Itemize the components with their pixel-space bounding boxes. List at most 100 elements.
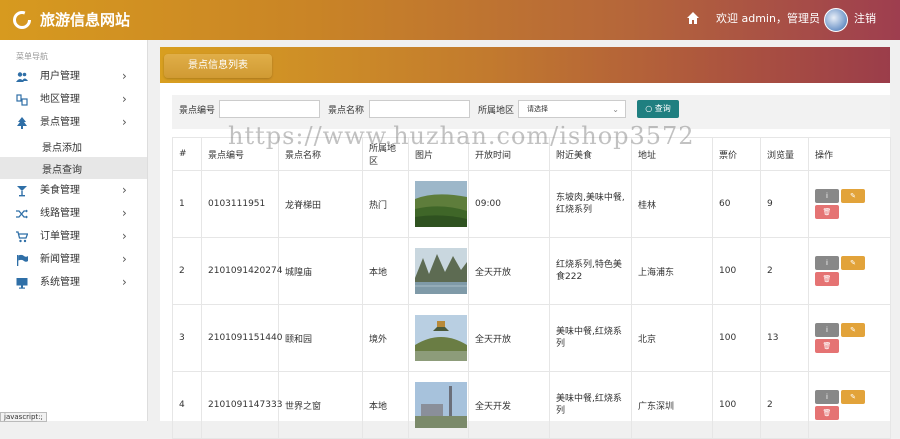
sidebar-subitem-scenic-add[interactable]: 景点添加 <box>0 135 147 157</box>
site-title: 旅游信息网站 <box>40 11 131 29</box>
cell-price: 100 <box>712 304 761 372</box>
cell-food: 红烧系列,特色美食222 <box>549 237 632 305</box>
cell-open-time: 全天开放 <box>468 237 550 305</box>
welcome-text: 欢迎 admin，管理员 <box>716 12 820 25</box>
info-icon: i <box>826 192 828 200</box>
column-header: 开放时间 <box>468 137 550 171</box>
cell-name: 世界之窗 <box>278 371 363 439</box>
code-input[interactable] <box>219 100 320 118</box>
edit-button[interactable]: ✎ <box>841 390 865 404</box>
trash-icon: 🗑 <box>822 208 832 216</box>
edit-button[interactable]: ✎ <box>841 323 865 337</box>
cell-price: 100 <box>712 237 761 305</box>
avatar[interactable] <box>824 8 848 32</box>
cell-address: 桂林 <box>631 170 713 238</box>
cell-image <box>408 371 469 439</box>
sidebar-item-label: 线路管理 <box>40 208 80 219</box>
column-header: 景点名称 <box>278 137 363 171</box>
cell-views: 9 <box>760 170 809 238</box>
panel-header: 景点信息列表 <box>160 47 890 83</box>
cell-food: 美味中餐,红烧系列 <box>549 371 632 439</box>
panel-title-tab[interactable]: 景点信息列表 <box>164 54 272 78</box>
query-button[interactable]: ○ 查询 <box>637 100 679 118</box>
sidebar-item-food[interactable]: 美食管理 › <box>0 180 147 202</box>
info-button[interactable]: i <box>815 323 839 337</box>
column-header: 浏览量 <box>760 137 809 171</box>
cell-name: 龙脊梯田 <box>278 170 363 238</box>
sidebar-subitem-scenic-query[interactable]: 景点查询 <box>0 157 147 179</box>
cell-views: 2 <box>760 371 809 439</box>
region-select[interactable]: 请选择 ⌄ <box>518 100 626 118</box>
sidebar-item-region[interactable]: 地区管理 › <box>0 89 147 111</box>
delete-button[interactable]: 🗑 <box>815 205 839 219</box>
logo-icon <box>13 11 31 29</box>
sidebar-item-route[interactable]: 线路管理 › <box>0 203 147 225</box>
sidebar-item-news[interactable]: 新闻管理 › <box>0 249 147 271</box>
sidebar-subitem-label: 景点添加 <box>42 143 82 154</box>
info-icon: i <box>826 259 828 267</box>
users-icon <box>16 71 28 83</box>
column-header: 所属地区 <box>362 137 409 171</box>
cell-price: 100 <box>712 371 761 439</box>
sidebar: 菜单导航 用户管理 › 地区管理 › 景点管理 › 景点添加 景点查询 美食管理… <box>0 40 148 421</box>
info-button[interactable]: i <box>815 256 839 270</box>
cell-code: 2101091151440 <box>201 304 282 372</box>
query-button-label: 查询 <box>654 104 671 113</box>
main-panel: 景点信息列表 景点编号 景点名称 所属地区 请选择 ⌄ ○ 查询 # 景点编号 … <box>160 47 891 439</box>
search-bar: 景点编号 景点名称 所属地区 请选择 ⌄ ○ 查询 <box>172 95 890 129</box>
edit-button[interactable]: ✎ <box>841 189 865 203</box>
home-icon[interactable] <box>686 11 700 25</box>
info-button[interactable]: i <box>815 390 839 404</box>
delete-button[interactable]: 🗑 <box>815 272 839 286</box>
sidebar-item-label: 地区管理 <box>40 94 80 105</box>
cell-price: 60 <box>712 170 761 238</box>
cell-actions: i ✎ 🗑 <box>808 371 891 439</box>
sidebar-item-scenic[interactable]: 景点管理 › <box>0 112 147 134</box>
cell-actions: i ✎ 🗑 <box>808 304 891 372</box>
delete-button[interactable]: 🗑 <box>815 406 839 420</box>
name-input[interactable] <box>369 100 470 118</box>
info-button[interactable]: i <box>815 189 839 203</box>
chevron-right-icon: › <box>122 183 127 197</box>
cell-address: 北京 <box>631 304 713 372</box>
monitor-icon <box>16 277 28 289</box>
cell-index: 2 <box>172 237 202 305</box>
column-header: 景点编号 <box>201 137 279 171</box>
trash-icon: 🗑 <box>822 275 832 283</box>
chevron-down-icon: ⌄ <box>612 105 619 114</box>
column-header: 地址 <box>631 137 713 171</box>
chevron-right-icon: › <box>122 275 127 289</box>
cell-open-time: 全天开放 <box>468 304 550 372</box>
sidebar-item-label: 系统管理 <box>40 277 80 288</box>
cell-index: 3 <box>172 304 202 372</box>
search-icon: ○ <box>645 104 653 113</box>
cell-image <box>408 304 469 372</box>
scenic-photo <box>415 181 467 227</box>
cocktail-icon <box>16 185 28 197</box>
delete-button[interactable]: 🗑 <box>815 339 839 353</box>
region-selected-value: 请选择 <box>527 105 548 113</box>
column-header: 票价 <box>712 137 761 171</box>
cell-code: 0103111951 <box>201 170 279 238</box>
shuffle-icon <box>16 208 28 220</box>
chevron-right-icon: › <box>122 206 127 220</box>
sidebar-item-users[interactable]: 用户管理 › <box>0 66 147 88</box>
scenic-photo <box>415 315 467 361</box>
chevron-down-icon: › <box>122 115 127 129</box>
logout-link[interactable]: 注销 <box>854 11 876 27</box>
cell-address: 上海浦东 <box>631 237 713 305</box>
cell-region: 本地 <box>362 371 409 439</box>
table-row: 1 0103111951 龙脊梯田 热门 09:00 东坡肉,美味中餐,红烧系列… <box>172 170 891 238</box>
chevron-right-icon: › <box>122 92 127 106</box>
cell-views: 13 <box>760 304 809 372</box>
edit-button[interactable]: ✎ <box>841 256 865 270</box>
sidebar-item-order[interactable]: 订单管理 › <box>0 226 147 248</box>
cell-actions: i ✎ 🗑 <box>808 170 891 238</box>
sidebar-item-system[interactable]: 系统管理 › <box>0 272 147 294</box>
table-row: 2 2101091420274 城隍庙 本地 全天开放 红烧系列,特色美食222… <box>172 237 891 305</box>
menu-caption: 菜单导航 <box>16 52 48 61</box>
cart-icon <box>16 231 29 243</box>
column-header: 图片 <box>408 137 469 171</box>
cell-food: 美味中餐,红烧系列 <box>549 304 632 372</box>
sidebar-item-label: 新闻管理 <box>40 254 80 265</box>
